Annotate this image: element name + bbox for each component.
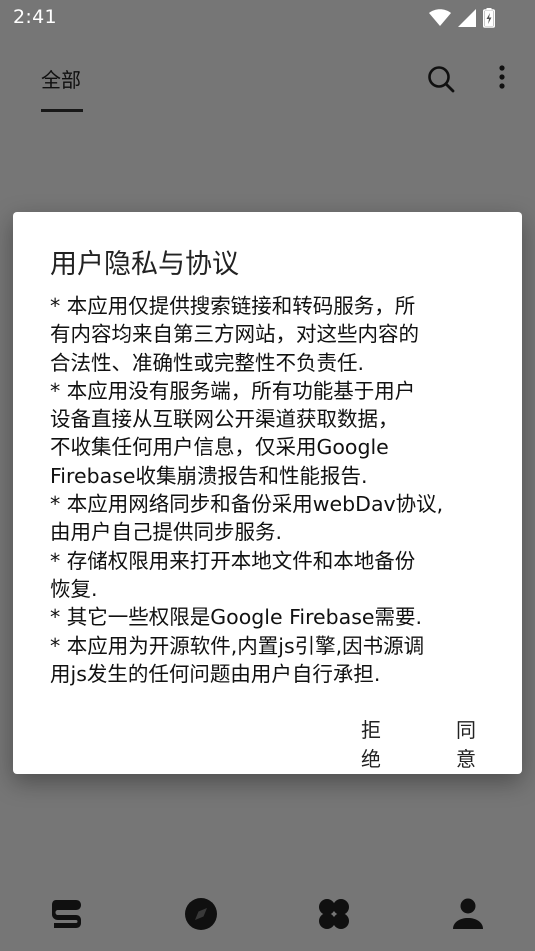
signal-icon xyxy=(458,9,476,27)
dialog-line: 恢复. xyxy=(50,576,98,601)
status-icons xyxy=(429,8,495,28)
dialog-line: * 存储权限用来打开本地文件和本地备份 xyxy=(50,548,416,573)
privacy-dialog: 用户隐私与协议 * 本应用仅提供搜索链接和转码服务，所 有内容均来自第三方网站，… xyxy=(13,212,522,774)
dialog-line: 合法性、准确性或完整性不负责任. xyxy=(50,350,365,375)
dialog-line: * 本应用网络同步和备份采用webDav协议, xyxy=(50,492,444,517)
dialog-line: 有内容均来自第三方网站，对这些内容的 xyxy=(50,322,419,347)
dialog-line: * 本应用仅提供搜索链接和转码服务，所 xyxy=(50,294,416,318)
dialog-line: * 其它一些权限是Google Firebase需要. xyxy=(50,605,423,630)
dialog-title: 用户隐私与协议 xyxy=(50,249,239,280)
dialog-line: Firebase收集崩溃报告和性能报告. xyxy=(50,463,368,488)
battery-charging-icon xyxy=(483,8,495,28)
dialog-line: * 本应用没有服务端，所有功能基于用户 xyxy=(50,378,416,403)
dialog-line: 用js发生的任何问题由用户自行承担. xyxy=(50,661,381,686)
dialog-line: 不收集任何用户信息，仅采用Google xyxy=(50,435,389,460)
dialog-message: * 本应用仅提供搜索链接和转码服务，所 有内容均来自第三方网站，对这些内容的 合… xyxy=(50,292,495,688)
status-bar: 2:41 xyxy=(0,0,535,36)
status-time: 2:41 xyxy=(13,6,57,28)
dialog-line: * 本应用为开源软件,内置js引擎,因书源调 xyxy=(50,633,425,658)
wifi-icon xyxy=(429,9,451,26)
dialog-line: 由用户自己提供同步服务. xyxy=(50,520,283,545)
agree-button[interactable]: 同意 xyxy=(456,714,476,772)
reject-button[interactable]: 拒绝 xyxy=(361,714,381,772)
dialog-line: 设备直接从互联网公开渠道获取数据， xyxy=(50,407,399,432)
